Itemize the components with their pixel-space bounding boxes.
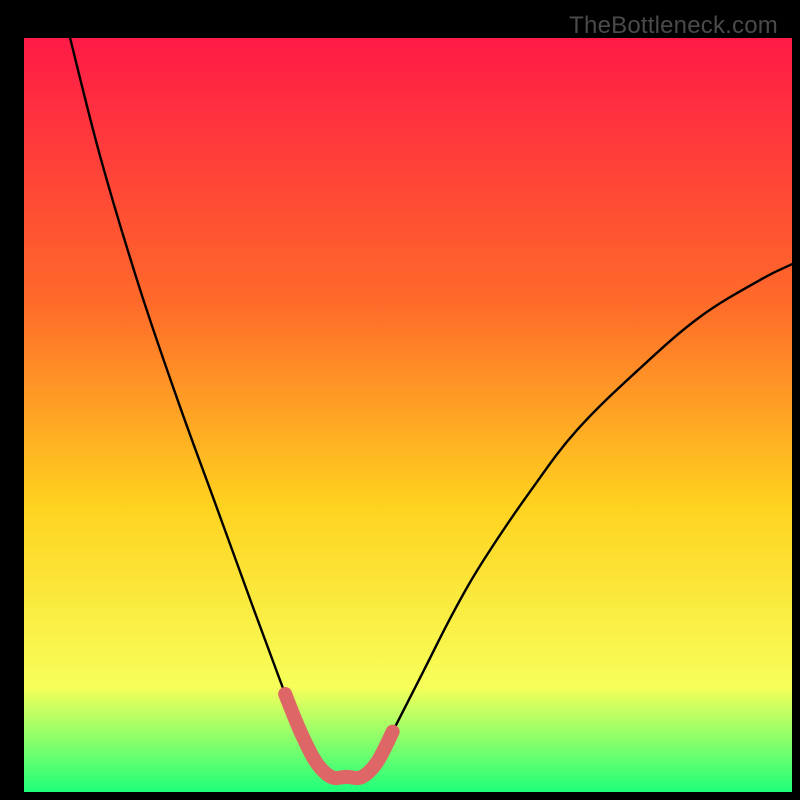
plot-area bbox=[24, 38, 792, 792]
watermark-text: TheBottleneck.com bbox=[569, 12, 778, 40]
bottleneck-chart bbox=[24, 38, 792, 792]
chart-frame: TheBottleneck.com bbox=[8, 8, 792, 792]
gradient-background bbox=[24, 38, 792, 792]
